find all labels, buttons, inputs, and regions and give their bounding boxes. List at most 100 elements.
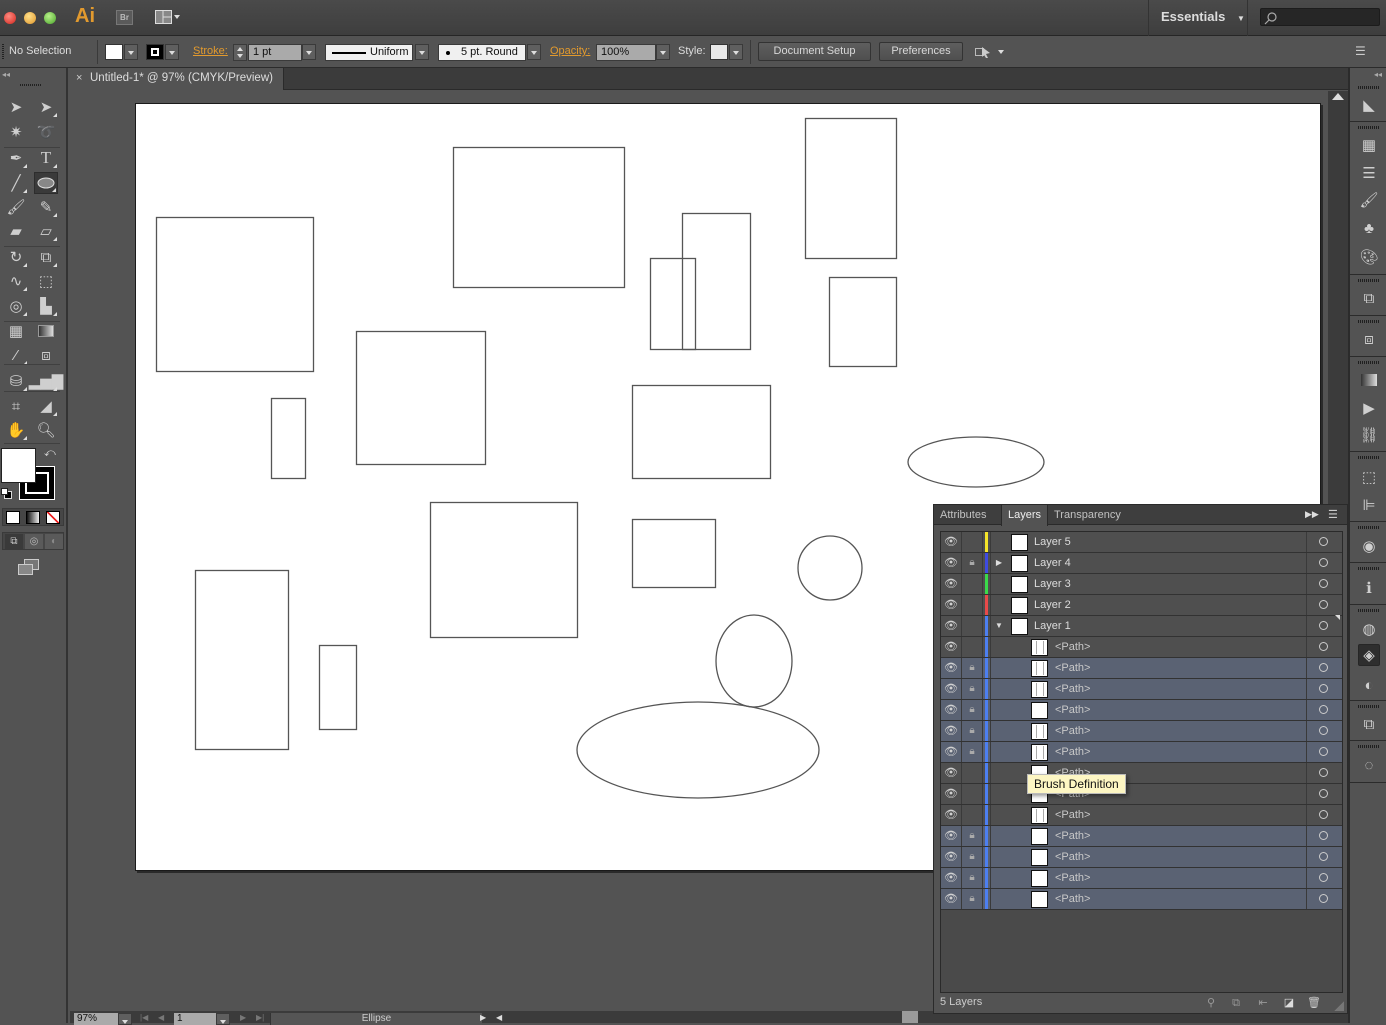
ellipse-shape[interactable]: [715, 614, 793, 708]
sublayer-row[interactable]: 👁︎ 🔒︎ <Path>: [941, 700, 1342, 721]
visibility-eye-icon[interactable]: 👁︎: [941, 721, 962, 741]
target-circle-icon[interactable]: [1306, 889, 1342, 909]
visibility-eye-icon[interactable]: 👁︎: [941, 616, 962, 636]
layer-row[interactable]: 👁︎ Layer 5: [941, 532, 1342, 553]
layer-name[interactable]: <Path>: [1055, 826, 1090, 846]
rectangle-shape[interactable]: [452, 146, 626, 289]
screen-mode-button[interactable]: [17, 558, 41, 576]
slice-tool[interactable]: ◢: [34, 395, 58, 417]
lock-toggle[interactable]: [962, 616, 983, 636]
layer-name[interactable]: <Path>: [1055, 679, 1090, 699]
artboard-number-input[interactable]: 1: [174, 1013, 216, 1025]
info-panel-button[interactable]: ℹ: [1358, 577, 1380, 599]
collapse-triangle-icon[interactable]: ▼: [993, 616, 1005, 636]
sublayer-row[interactable]: 👁︎ 🔒︎ <Path>: [941, 868, 1342, 889]
layers-panel-button[interactable]: ◈: [1358, 644, 1380, 666]
scale-tool[interactable]: ⧉: [34, 246, 58, 268]
sublayer-row[interactable]: 👁︎ 🔒︎ <Path>: [941, 721, 1342, 742]
layer-name[interactable]: Layer 5: [1034, 532, 1071, 552]
visibility-eye-icon[interactable]: 👁︎: [941, 847, 962, 867]
brush-definition[interactable]: 5 pt. Round: [438, 44, 526, 61]
workspace-switcher[interactable]: Essentials ▼: [1148, 0, 1248, 36]
search-field[interactable]: [1260, 8, 1380, 26]
sublayer-row[interactable]: 👁︎ 🔒︎ <Path>: [941, 742, 1342, 763]
paintbrush-tool[interactable]: 🖌: [4, 196, 28, 218]
lock-icon[interactable]: 🔒︎: [962, 721, 983, 741]
control-panel-menu-icon[interactable]: ☰: [1355, 44, 1373, 58]
draw-inside-button[interactable]: ◐: [45, 534, 63, 549]
sublayer-row[interactable]: 👁︎ 🔒︎ <Path>: [941, 679, 1342, 700]
panel-menu-icon[interactable]: ☰: [1328, 508, 1338, 521]
lock-icon[interactable]: 🔒︎: [962, 847, 983, 867]
rectangle-shape[interactable]: [649, 257, 697, 351]
locate-object-icon[interactable]: ⚲: [1204, 996, 1218, 1010]
symbols-panel-button[interactable]: ♣: [1358, 217, 1380, 239]
appearance-panel-button[interactable]: ◍: [1358, 618, 1380, 640]
layer-row[interactable]: 👁︎ ▼ Layer 1: [941, 616, 1342, 637]
rectangle-shape[interactable]: [631, 384, 772, 480]
lock-icon[interactable]: 🔒︎: [962, 679, 983, 699]
preferences-button[interactable]: Preferences: [879, 42, 963, 61]
layer-row[interactable]: 👁︎ Layer 2: [941, 595, 1342, 616]
visibility-eye-icon[interactable]: 👁︎: [941, 742, 962, 762]
links-panel-button[interactable]: ⛓: [1358, 424, 1380, 446]
default-fill-stroke-icon[interactable]: [1, 488, 13, 500]
visibility-eye-icon[interactable]: 👁︎: [941, 784, 962, 804]
make-clipping-mask-icon[interactable]: ⧉: [1229, 996, 1243, 1010]
line-segment-tool[interactable]: ╱: [4, 172, 28, 194]
opacity-input[interactable]: 100%: [596, 44, 656, 61]
first-artboard-icon[interactable]: |◀: [140, 1013, 148, 1022]
lock-icon[interactable]: 🔒︎: [962, 889, 983, 909]
rectangle-shape[interactable]: [631, 518, 717, 589]
collapse-panel-icon[interactable]: ▶▶: [1305, 509, 1319, 520]
sublayer-row[interactable]: 👁︎ <Path>: [941, 784, 1342, 805]
layer-name[interactable]: <Path>: [1055, 847, 1090, 867]
zoom-tool[interactable]: 🔍︎: [34, 419, 58, 441]
dock-grip[interactable]: [1358, 526, 1380, 529]
horizontal-scrollbar-thumb[interactable]: [902, 1011, 918, 1023]
navigator-panel-button[interactable]: ◉: [1358, 535, 1380, 557]
layer-name[interactable]: <Path>: [1055, 889, 1090, 909]
document-tab[interactable]: × Untitled-1* @ 97% (CMYK/Preview): [70, 68, 284, 90]
lock-icon[interactable]: 🔒︎: [962, 742, 983, 762]
tab-layers[interactable]: Layers: [1001, 505, 1049, 526]
current-tool-status[interactable]: Ellipse: [270, 1013, 482, 1025]
lasso-tool[interactable]: ➰: [34, 121, 58, 143]
control-bar-grip[interactable]: [2, 44, 4, 60]
lock-toggle[interactable]: [962, 763, 983, 783]
target-circle-icon[interactable]: [1306, 574, 1342, 594]
zoom-dropdown[interactable]: [118, 1013, 132, 1025]
visibility-eye-icon[interactable]: 👁︎: [941, 574, 962, 594]
sublayer-row[interactable]: 👁︎ 🔒︎ <Path>: [941, 658, 1342, 679]
dock-grip[interactable]: [1358, 86, 1380, 89]
lock-icon[interactable]: 🔒︎: [962, 868, 983, 888]
fill-swatch[interactable]: [105, 44, 123, 60]
mesh-tool[interactable]: ▦: [4, 320, 28, 342]
target-circle-icon[interactable]: [1306, 868, 1342, 888]
fill-color-box[interactable]: [1, 448, 36, 483]
rectangle-shape[interactable]: [270, 397, 307, 480]
profile-dropdown[interactable]: [415, 44, 429, 60]
color-button[interactable]: [6, 511, 20, 524]
artboard-dropdown[interactable]: [216, 1013, 230, 1025]
gradient-button[interactable]: [26, 511, 40, 524]
lock-toggle[interactable]: [962, 637, 983, 657]
scroll-up-icon[interactable]: [1332, 93, 1344, 100]
target-circle-icon[interactable]: [1306, 700, 1342, 720]
create-sublayer-icon[interactable]: ⇤: [1256, 996, 1270, 1010]
visibility-eye-icon[interactable]: 👁︎: [941, 868, 962, 888]
resize-grip-icon[interactable]: [1334, 1001, 1344, 1011]
circle-shape[interactable]: [797, 535, 863, 601]
ellipse-shape[interactable]: [907, 436, 1045, 488]
tools-grip[interactable]: [20, 84, 42, 86]
visibility-eye-icon[interactable]: 👁︎: [941, 763, 962, 783]
visibility-eye-icon[interactable]: 👁︎: [941, 805, 962, 825]
transform-bounds-panel-button[interactable]: ⬚: [1358, 466, 1380, 488]
bridge-button[interactable]: Br: [116, 10, 133, 25]
layer-row[interactable]: 👁︎ 🔒︎ ▶ Layer 4: [941, 553, 1342, 574]
next-artboard-icon[interactable]: ▶: [240, 1013, 246, 1022]
target-circle-icon[interactable]: [1306, 595, 1342, 615]
none-button[interactable]: [46, 511, 60, 524]
swatches-panel-button[interactable]: ▦: [1358, 134, 1380, 156]
target-circle-icon[interactable]: [1306, 721, 1342, 741]
